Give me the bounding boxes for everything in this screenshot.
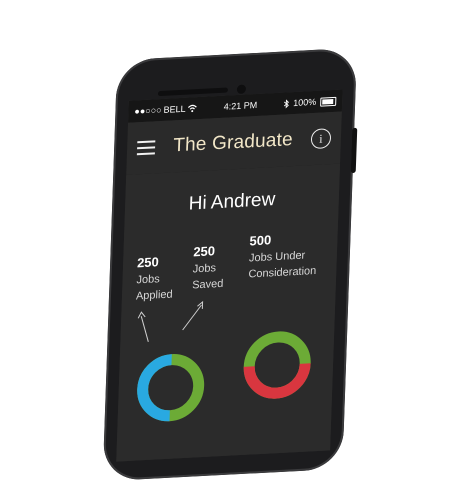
jobs-rings — [137, 300, 311, 422]
stat-label: Consideration — [248, 264, 317, 281]
battery-percent: 100% — [293, 96, 317, 109]
status-time: 4:21 PM — [223, 99, 258, 112]
wifi-icon — [188, 104, 198, 113]
pointer-arrow — [140, 315, 149, 342]
phone-side-button — [350, 127, 358, 174]
menu-icon[interactable] — [136, 140, 156, 156]
stat-value: 250 — [193, 243, 216, 260]
pointer-arrow-head — [197, 300, 204, 309]
app-screen: ●●○○○ BELL 4:21 PM 100% The Graduate i H… — [116, 89, 343, 462]
stat-jobs-consideration: 500 Jobs Under Consideration — [248, 229, 318, 283]
stat-value: 250 — [136, 254, 160, 271]
stat-jobs-saved: 250 Jobs Saved — [192, 242, 225, 294]
phone-mockup: ●●○○○ BELL 4:21 PM 100% The Graduate i H… — [0, 0, 455, 482]
app-title: The Graduate — [172, 129, 294, 157]
stat-label: Jobs — [192, 262, 217, 276]
bluetooth-icon — [283, 98, 289, 109]
status-left: ●●○○○ BELL — [134, 103, 198, 116]
pointer-arrow — [182, 304, 202, 331]
battery-icon — [320, 96, 337, 107]
greeting: Hi Andrew — [188, 189, 276, 215]
carrier-name: BELL — [163, 103, 186, 115]
status-right: 100% — [283, 96, 337, 109]
ring-applied-saved — [137, 354, 205, 422]
info-icon[interactable]: i — [310, 128, 332, 150]
signal-icon: ●●○○○ — [134, 104, 162, 117]
dashboard: Hi Andrew 250 Jobs Applied 250 Jobs Save… — [116, 163, 341, 462]
ring-consideration — [243, 331, 311, 399]
